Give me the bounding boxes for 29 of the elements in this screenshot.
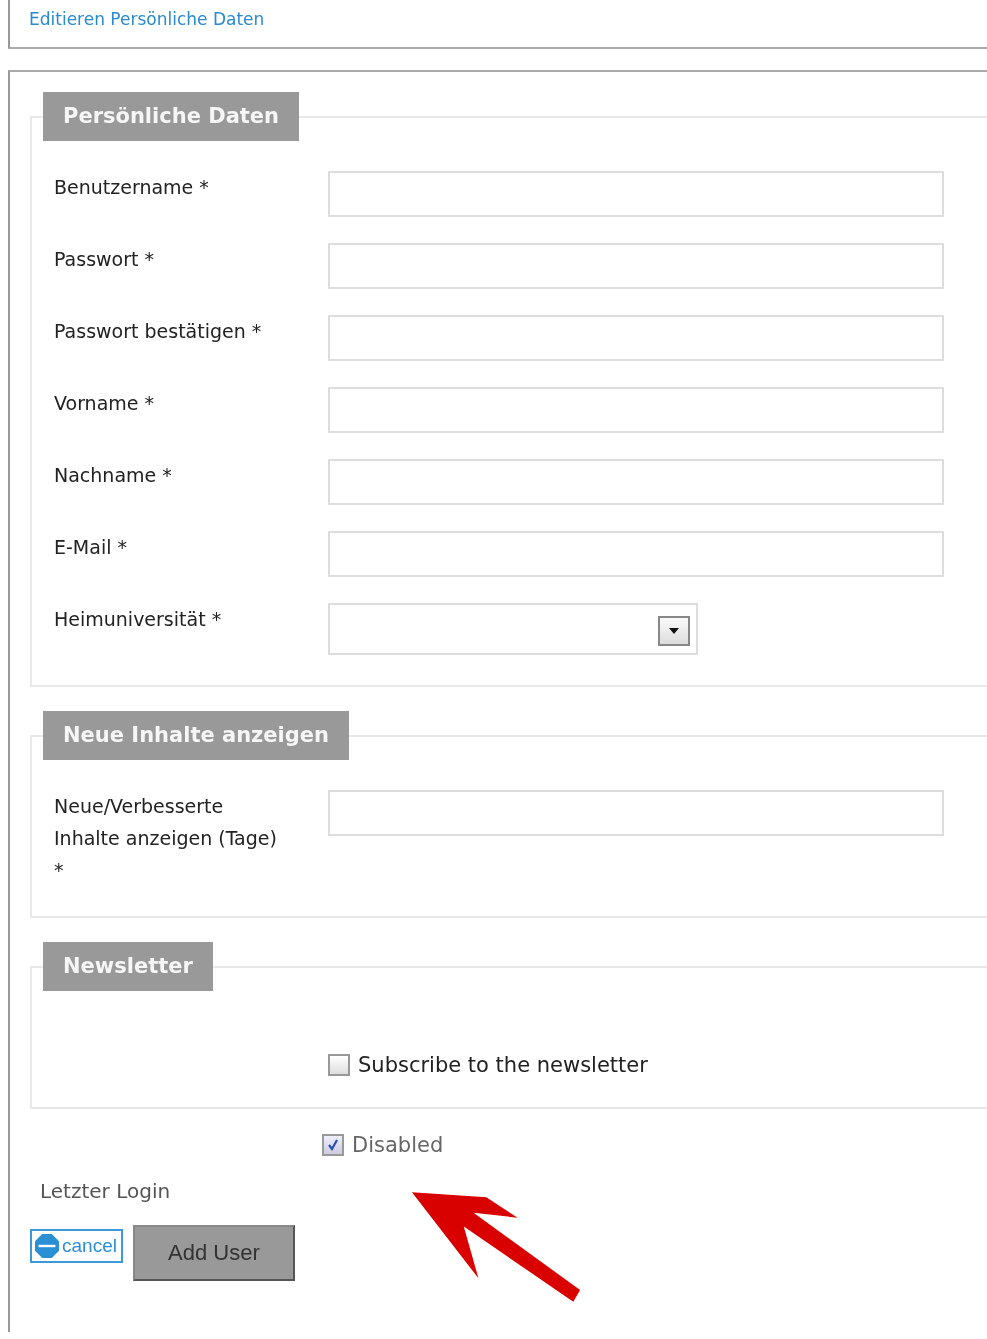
checkbox-label: Subscribe to the newsletter: [358, 1053, 648, 1077]
input-field[interactable]: [328, 315, 944, 361]
field-label: Nachname *: [54, 463, 173, 488]
cancel-button[interactable]: cancel: [30, 1229, 123, 1263]
last-login-label: Letzter Login: [40, 1179, 172, 1203]
input-field[interactable]: [328, 387, 944, 433]
section-heading: Neue Inhalte anzeigen: [43, 711, 349, 760]
input-field[interactable]: [328, 531, 944, 577]
dropdown-field[interactable]: [328, 603, 698, 655]
checkbox[interactable]: [322, 1134, 344, 1156]
stop-sign-icon: [34, 1234, 60, 1258]
field-label: Vorname *: [54, 391, 156, 416]
input-field[interactable]: [328, 243, 944, 289]
add-user-button[interactable]: Add User: [132, 1225, 295, 1281]
checkbox-label: Disabled: [352, 1133, 444, 1157]
field-label: Passwort bestätigen *: [54, 319, 263, 344]
field-label: Heimuniversität *: [54, 607, 223, 632]
field-label: Neue/Verbesserte Inhalte anzeigen (Tage) *: [54, 794, 278, 883]
section-heading: Newsletter: [43, 942, 213, 991]
checkmark-icon: [326, 1138, 340, 1152]
field-label: Benutzername *: [54, 175, 210, 200]
field-label: Passwort *: [54, 247, 155, 272]
input-field[interactable]: [328, 790, 944, 836]
checkbox[interactable]: [328, 1054, 350, 1076]
input-field[interactable]: [328, 459, 944, 505]
field-label: E-Mail *: [54, 535, 128, 560]
page-title-link[interactable]: Editieren Persönliche Daten: [29, 9, 265, 29]
input-field[interactable]: [328, 171, 944, 217]
section-heading: Persönliche Daten: [43, 92, 300, 141]
